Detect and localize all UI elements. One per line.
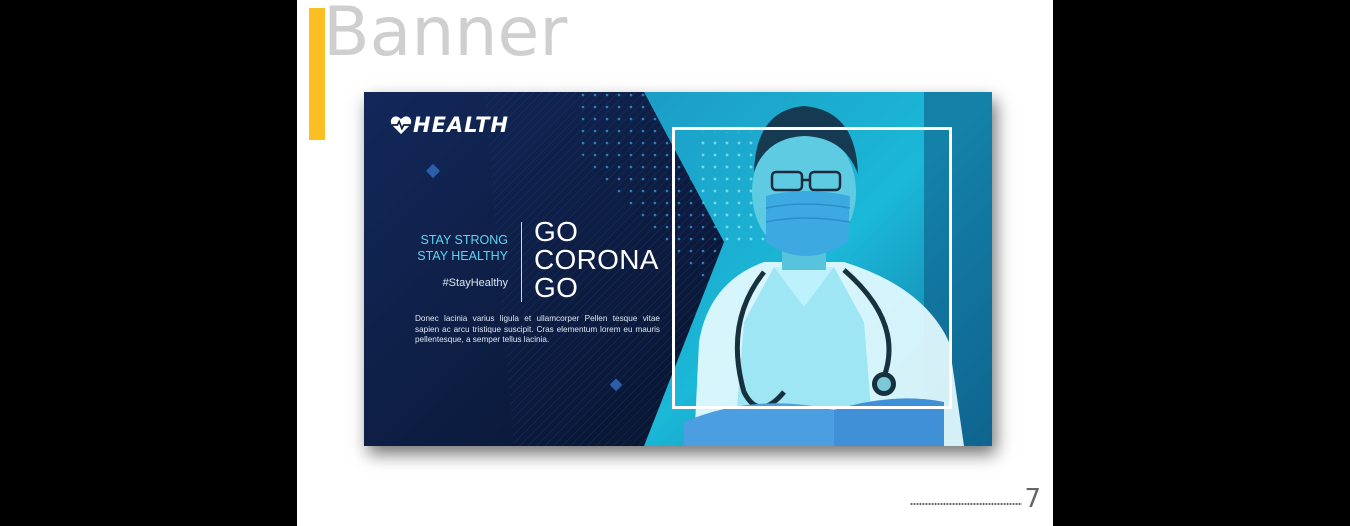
health-banner: HEALTH STAY STRONG STAY HEALTHY #StayHea… (364, 92, 992, 446)
page-footer: 7 (910, 486, 1041, 512)
slide-page: Banner HEALTH STAY STRONG STAY HEALTHY #… (297, 0, 1053, 526)
slogan-line: STAY HEALTHY (417, 249, 508, 263)
brand-name: HEALTH (413, 113, 509, 137)
slogan-line: STAY STRONG (420, 233, 508, 247)
page-title: Banner (323, 0, 568, 72)
divider-line (521, 222, 522, 302)
brand-logo: HEALTH (390, 113, 509, 137)
headline-line: GO (534, 272, 579, 303)
slogan: STAY STRONG STAY HEALTHY (417, 232, 508, 264)
dotted-leader (910, 502, 1023, 506)
headline: GO CORONA GO (534, 218, 659, 302)
headline-line: GO (534, 216, 579, 247)
page-number: 7 (1024, 484, 1041, 514)
hashtag: #StayHealthy (442, 277, 508, 289)
heart-pulse-icon (390, 116, 412, 135)
body-copy: Donec lacinia varius ligula et ullamcorp… (415, 314, 660, 344)
headline-line: CORONA (534, 244, 659, 275)
photo-frame (672, 127, 952, 409)
